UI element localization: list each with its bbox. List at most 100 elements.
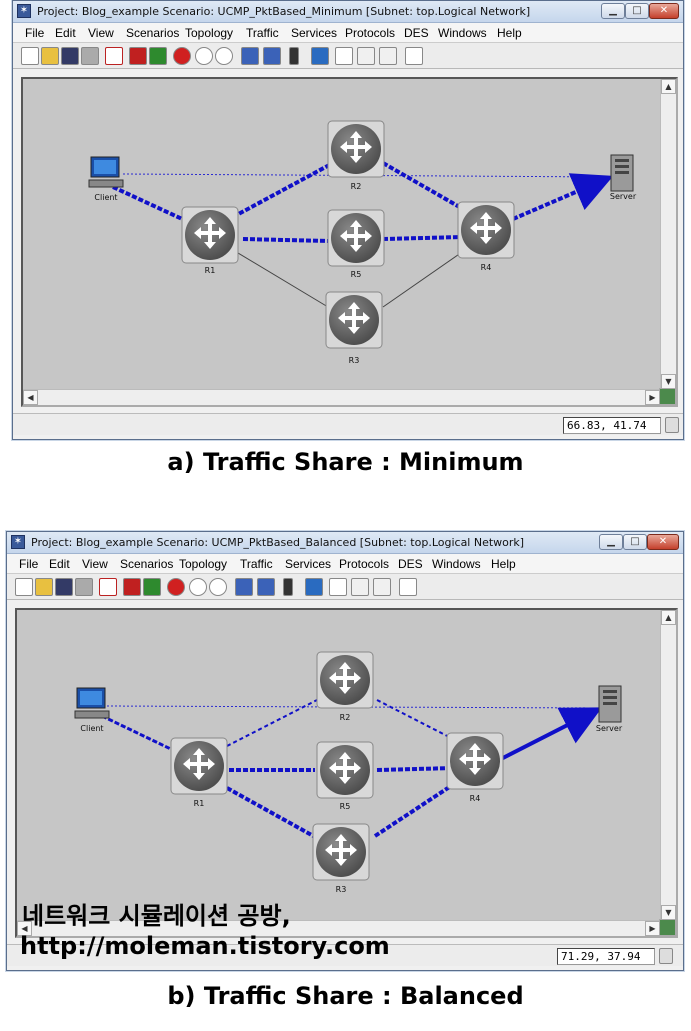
close-button[interactable]: ✕ <box>647 534 679 550</box>
menu-help[interactable]: Help <box>491 557 516 571</box>
server-node[interactable] <box>598 685 622 723</box>
close-button[interactable]: ✕ <box>649 3 679 19</box>
corner-nav-icon[interactable] <box>659 388 676 405</box>
triangle-icon[interactable] <box>305 578 323 596</box>
vertical-scrollbar[interactable]: ▲ ▼ <box>660 610 676 920</box>
new-icon[interactable] <box>15 578 33 596</box>
new-icon[interactable] <box>21 47 39 65</box>
stop-icon[interactable] <box>129 47 147 65</box>
network-canvas[interactable]: Client Server R2 R1 R5 R4 R3 ▲ ▼ ◀ ▶ <box>21 77 678 407</box>
router-r1[interactable] <box>170 737 228 795</box>
menu-des[interactable]: DES <box>404 26 429 40</box>
zoom-out-icon[interactable] <box>215 47 233 65</box>
print-icon[interactable] <box>75 578 93 596</box>
ace-icon[interactable] <box>235 578 253 596</box>
server-node[interactable] <box>610 154 634 192</box>
minimize-button[interactable]: ▁ <box>599 534 623 550</box>
status-icon[interactable] <box>659 948 673 964</box>
horizontal-scrollbar[interactable]: ◀ ▶ <box>23 389 660 405</box>
triangle-icon[interactable] <box>311 47 329 65</box>
stop-icon[interactable] <box>123 578 141 596</box>
scroll-right-arrow[interactable]: ▶ <box>645 921 660 936</box>
open-icon[interactable] <box>41 47 59 65</box>
network-canvas[interactable]: Client Server R2 R1 R5 R4 R3 ▲ ▼ ◀ ▶ <box>15 608 678 938</box>
scroll-right-arrow[interactable]: ▶ <box>645 390 660 405</box>
scroll-down-arrow[interactable]: ▼ <box>661 374 676 389</box>
router-r4[interactable] <box>457 201 515 259</box>
vertical-scrollbar[interactable]: ▲ ▼ <box>660 79 676 389</box>
router-r2[interactable] <box>327 120 385 178</box>
client-node[interactable] <box>88 156 124 188</box>
scroll-down-arrow[interactable]: ▼ <box>661 905 676 920</box>
menu-bar: File Edit View Scenarios Topology Traffi… <box>13 23 683 43</box>
chart-icon[interactable] <box>357 47 375 65</box>
menu-protocols[interactable]: Protocols <box>339 557 389 571</box>
menu-file[interactable]: File <box>25 26 44 40</box>
menu-windows[interactable]: Windows <box>438 26 487 40</box>
menu-scenarios[interactable]: Scenarios <box>126 26 179 40</box>
traffic-light-icon[interactable] <box>289 47 299 65</box>
run-icon[interactable] <box>143 578 161 596</box>
menu-traffic[interactable]: Traffic <box>240 557 273 571</box>
menu-windows[interactable]: Windows <box>432 557 481 571</box>
menu-topology[interactable]: Topology <box>179 557 227 571</box>
menu-view[interactable]: View <box>82 557 108 571</box>
client-node[interactable] <box>74 687 110 719</box>
menu-edit[interactable]: Edit <box>55 26 76 40</box>
menu-topology[interactable]: Topology <box>185 26 233 40</box>
router-r3[interactable] <box>312 823 370 881</box>
info-icon[interactable] <box>405 47 423 65</box>
select-icon[interactable] <box>99 578 117 596</box>
menu-view[interactable]: View <box>88 26 114 40</box>
graph-icon[interactable] <box>373 578 391 596</box>
fail-icon[interactable] <box>167 578 185 596</box>
traffic-light-icon[interactable] <box>283 578 293 596</box>
r1-label: R1 <box>194 799 205 808</box>
zoom-out-icon[interactable] <box>209 578 227 596</box>
menu-protocols[interactable]: Protocols <box>345 26 395 40</box>
link-icon[interactable] <box>329 578 347 596</box>
save-icon[interactable] <box>61 47 79 65</box>
router-r3[interactable] <box>325 291 383 349</box>
router-r2[interactable] <box>316 651 374 709</box>
vne-icon[interactable] <box>257 578 275 596</box>
scroll-up-arrow[interactable]: ▲ <box>661 79 676 94</box>
menu-des[interactable]: DES <box>398 557 423 571</box>
open-icon[interactable] <box>35 578 53 596</box>
menu-scenarios[interactable]: Scenarios <box>120 557 173 571</box>
router-r5[interactable] <box>316 741 374 799</box>
save-icon[interactable] <box>55 578 73 596</box>
zoom-in-icon[interactable] <box>189 578 207 596</box>
status-icon[interactable] <box>665 417 679 433</box>
menu-services[interactable]: Services <box>291 26 337 40</box>
menu-traffic[interactable]: Traffic <box>246 26 279 40</box>
router-r5[interactable] <box>327 209 385 267</box>
minimize-button[interactable]: ▁ <box>601 3 625 19</box>
select-icon[interactable] <box>105 47 123 65</box>
menu-help[interactable]: Help <box>497 26 522 40</box>
menu-services[interactable]: Services <box>285 557 331 571</box>
router-r1[interactable] <box>181 206 239 264</box>
vne-icon[interactable] <box>263 47 281 65</box>
scroll-left-arrow[interactable]: ◀ <box>23 390 38 405</box>
link-icon[interactable] <box>335 47 353 65</box>
fail-icon[interactable] <box>173 47 191 65</box>
maximize-button[interactable]: □ <box>623 534 647 550</box>
chart-icon[interactable] <box>351 578 369 596</box>
title-bar[interactable]: ✶ Project: Blog_example Scenario: UCMP_P… <box>7 532 683 554</box>
menu-edit[interactable]: Edit <box>49 557 70 571</box>
title-bar[interactable]: ✶ Project: Blog_example Scenario: UCMP_P… <box>13 1 683 23</box>
flow-client-r1 <box>112 185 194 226</box>
menu-file[interactable]: File <box>19 557 38 571</box>
info-icon[interactable] <box>399 578 417 596</box>
maximize-button[interactable]: □ <box>625 3 649 19</box>
router-r4[interactable] <box>446 732 504 790</box>
scroll-up-arrow[interactable]: ▲ <box>661 610 676 625</box>
corner-nav-icon[interactable] <box>659 919 676 936</box>
zoom-in-icon[interactable] <box>195 47 213 65</box>
coordinates-readout: 71.29, 37.94 <box>557 948 655 965</box>
run-icon[interactable] <box>149 47 167 65</box>
graph-icon[interactable] <box>379 47 397 65</box>
ace-icon[interactable] <box>241 47 259 65</box>
print-icon[interactable] <box>81 47 99 65</box>
